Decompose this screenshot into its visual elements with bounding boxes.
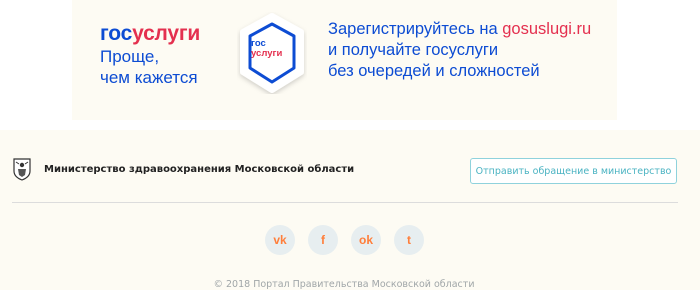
facebook-icon[interactable]: f xyxy=(308,225,338,255)
promo-line-2: и получайте госуслуги xyxy=(328,41,499,59)
gosuslugi-logo: госуслуги xyxy=(100,22,200,46)
odnoklassniki-icon[interactable]: ok xyxy=(351,225,381,255)
promo-site-link[interactable]: gosuslugi.ru xyxy=(502,20,591,38)
ministry-block: Министерство здравоохранения Московской … xyxy=(12,157,354,181)
vk-icon[interactable]: vk xyxy=(265,225,295,255)
gosuslugi-banner[interactable]: госуслуги Проще, чем кажется гос услуги … xyxy=(72,0,617,120)
ministry-name[interactable]: Министерство здравоохранения Московской … xyxy=(44,164,354,175)
twitter-icon[interactable]: t xyxy=(394,225,424,255)
gosuslugi-badge-icon: гос услуги xyxy=(237,12,307,94)
copyright-text: © 2018 Портал Правительства Московской о… xyxy=(213,279,475,290)
promo-line-3: без очередей и сложностей xyxy=(328,62,540,80)
logo-part-gos: гос xyxy=(100,22,133,45)
banner-slogan: Проще, чем кажется xyxy=(100,46,260,88)
slogan-line-1: Проще, xyxy=(100,47,160,66)
badge-text-uslugi: услуги xyxy=(251,48,283,59)
send-appeal-button[interactable]: Отправить обращение в министерство xyxy=(470,158,677,184)
promo-line-1: Зарегистрируйтесь на gosuslugi.ru xyxy=(328,19,618,40)
logo-part-uslugi: услуги xyxy=(132,22,201,45)
coat-of-arms-icon xyxy=(13,158,31,181)
footer xyxy=(0,130,700,290)
promo-register-text: Зарегистрируйтесь на xyxy=(328,20,503,38)
social-links: vk f ok t xyxy=(265,225,424,255)
banner-promo-text: Зарегистрируйтесь на gosuslugi.ru и полу… xyxy=(328,19,618,82)
footer-divider xyxy=(12,202,678,203)
slogan-line-2: чем кажется xyxy=(100,68,198,87)
